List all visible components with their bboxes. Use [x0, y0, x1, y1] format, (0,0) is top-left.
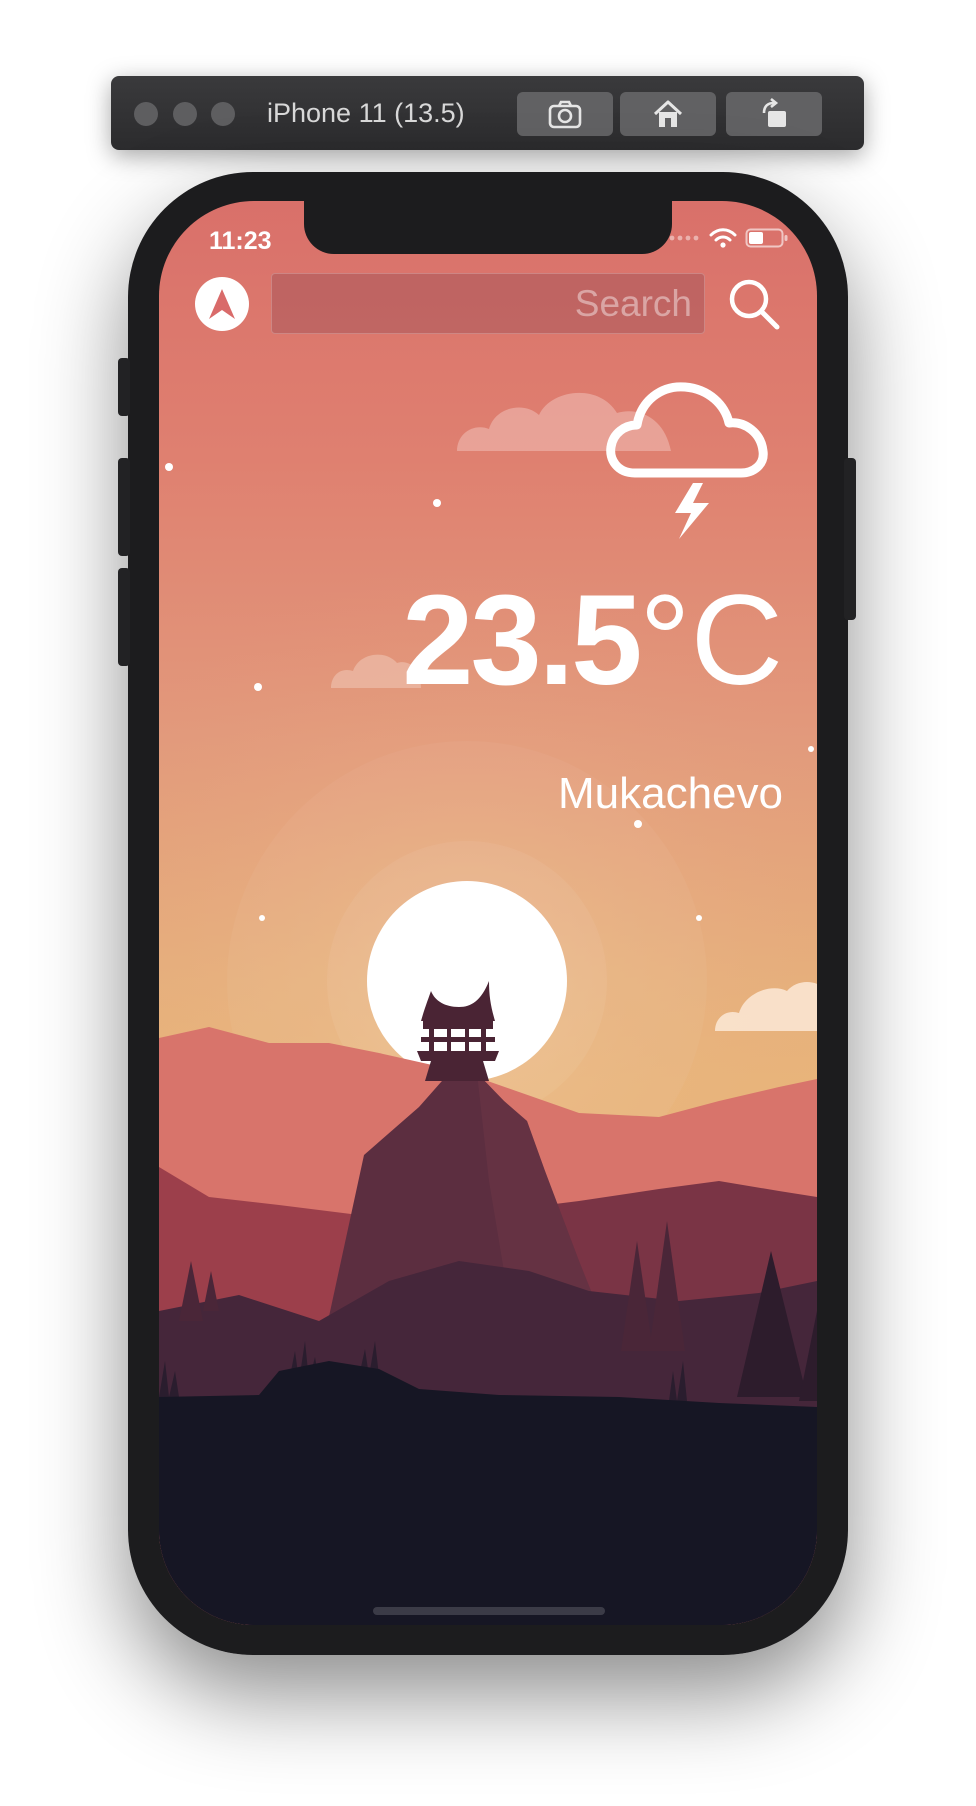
star [165, 463, 173, 471]
rotate-button[interactable] [726, 92, 822, 136]
city-name: Mukachevo [557, 769, 783, 818]
app-screen: 11:23 Search 23.5°C Mukachevo [159, 201, 817, 1625]
star [634, 820, 642, 828]
signal-dots-icon [669, 235, 699, 241]
star [696, 915, 702, 921]
home-button[interactable] [620, 92, 716, 136]
rotate-icon [762, 98, 786, 127]
wifi-icon [709, 228, 737, 248]
search-input[interactable] [271, 273, 705, 334]
volume-up-button [118, 458, 130, 556]
power-button [844, 458, 856, 620]
screenshot-icon [548, 100, 582, 129]
screenshot-button[interactable] [517, 92, 613, 136]
status-time: 11:23 [209, 227, 272, 255]
status-icons [669, 227, 789, 249]
star [808, 746, 814, 752]
star [254, 683, 262, 691]
window-close-dot[interactable] [134, 102, 158, 126]
battery-icon [745, 228, 788, 248]
temperature-unit: °C [639, 569, 783, 712]
location-button[interactable] [195, 277, 249, 331]
star [259, 915, 265, 921]
temperature-display: 23.5°C [402, 577, 783, 705]
search-button[interactable] [725, 275, 783, 333]
stage: iPhone 11 (13.5) 11:23 Search 23.5°C Muk… [0, 0, 976, 1806]
star [433, 499, 441, 507]
notch [304, 201, 672, 254]
window-zoom-dot[interactable] [211, 102, 235, 126]
volume-down-button [118, 568, 130, 666]
window-minimize-dot[interactable] [173, 102, 197, 126]
simulator-toolbar: iPhone 11 (13.5) [111, 76, 864, 150]
simulator-title: iPhone 11 (13.5) [267, 98, 465, 128]
temperature-value: 23.5 [402, 569, 642, 712]
navigation-arrow-icon [209, 289, 235, 319]
thunderstorm-cloud-icon [606, 382, 768, 539]
home-icon [653, 100, 683, 127]
home-indicator[interactable] [373, 1607, 605, 1615]
magnifier-icon [729, 279, 780, 330]
ring-switch [118, 358, 130, 416]
